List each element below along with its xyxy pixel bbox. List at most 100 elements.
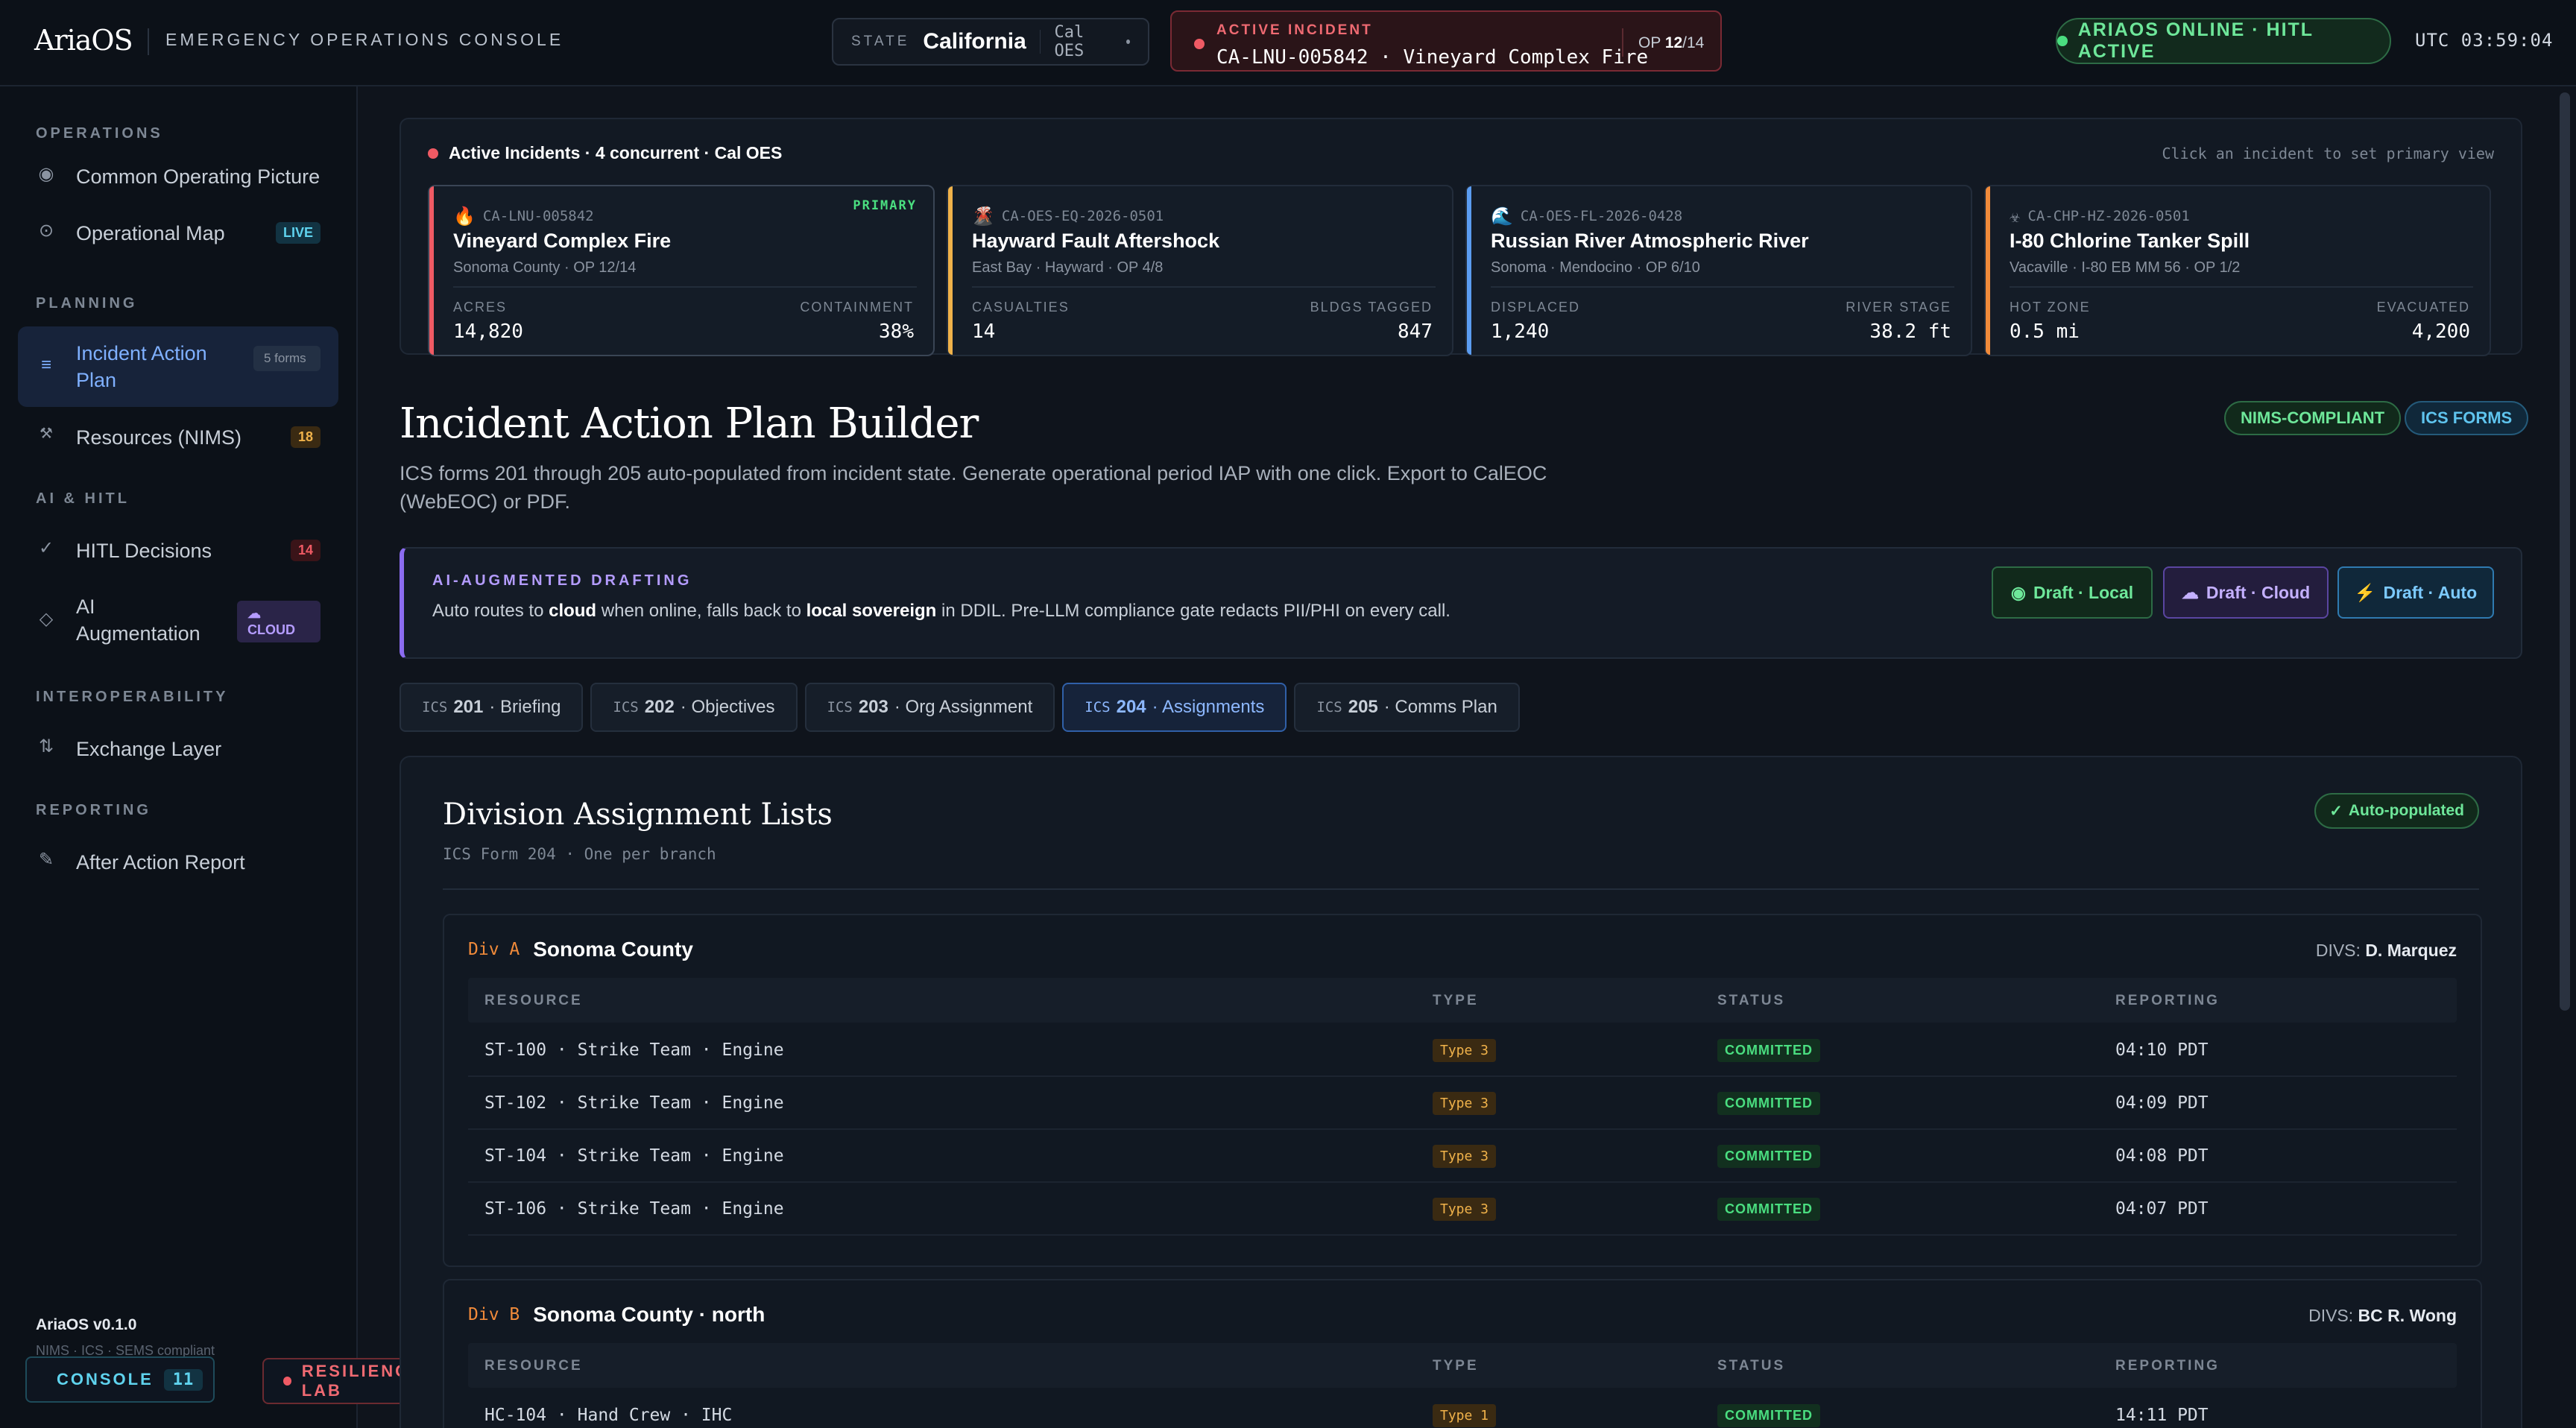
console-button[interactable]: CONSOLE 11 <box>25 1356 215 1403</box>
sidebar-item-label: HITL Decisions <box>76 540 212 562</box>
tab-ics-202[interactable]: ICS 202 · Objectives <box>590 683 798 732</box>
incident-id-text: CA-OES-EQ-2026-0501 <box>1001 208 1164 224</box>
incident-card[interactable]: 🌋 CA-OES-EQ-2026-0501 Hayward Fault Afters… <box>947 185 1453 356</box>
sidebar-item-ai-augmentation[interactable]: ◇ AI Augmentation ☁ CLOUD <box>18 586 338 654</box>
forms-count-badge: 5 forms <box>253 346 321 371</box>
console-subtitle: EMERGENCY OPERATIONS CONSOLE <box>165 30 564 49</box>
main-content: Active Incidents · 4 concurrent · Cal OE… <box>358 86 2576 1428</box>
active-incident-label: ACTIVE INCIDENT <box>1216 22 1373 38</box>
division-code: Div A <box>468 940 520 959</box>
state-selector[interactable]: STATE California Cal OES <box>832 18 1149 66</box>
section-planning: PLANNING <box>36 295 138 312</box>
resource-type-badge: Type 3 <box>1433 1198 1497 1221</box>
sidebar-item-label: After Action Report <box>76 851 245 873</box>
column-header[interactable]: REPORTING <box>2115 993 2220 1009</box>
sidebar-item-label: AI Augmentation <box>76 595 201 645</box>
table-row[interactable]: ST-104 · Strike Team · Engine Type 3 COMMI… <box>468 1130 2457 1183</box>
tab-ics-203[interactable]: ICS 203 · Org Assignment <box>804 683 1055 732</box>
scrollbar[interactable] <box>2560 92 2570 1011</box>
incident-name: Vineyard Complex Fire <box>453 230 672 252</box>
column-header[interactable]: STATUS <box>1717 993 1785 1009</box>
draft-cloud-label: Draft · Cloud <box>2206 582 2311 602</box>
table-row[interactable]: HC-104 · Hand Crew · IHC Type 1 COMMITTED 1… <box>468 1389 2457 1428</box>
tab-ics-201[interactable]: ICS 201 · Briefing <box>400 683 584 732</box>
section-operations: OPERATIONS <box>36 125 163 142</box>
table-row[interactable]: ST-100 · Strike Team · Engine Type 3 COMMI… <box>468 1024 2457 1077</box>
draft-auto-button[interactable]: ⚡ Draft · Auto <box>2337 566 2494 619</box>
tab-number: 203 <box>858 697 888 717</box>
reporting-time: 04:09 PDT <box>2115 1093 2209 1113</box>
system-status-text: ARIAOS ONLINE · HITL ACTIVE <box>2077 19 2314 62</box>
utc-clock: UTC 03:59:04 <box>2415 30 2554 51</box>
ai-drafting-text: Auto routes to cloud when online, falls … <box>432 601 1450 622</box>
status-dot-icon <box>2057 36 2068 46</box>
panel-title: Division Assignment Lists <box>443 797 833 832</box>
incident-color-bar <box>1986 186 1990 355</box>
list-icon: ≡ <box>40 355 51 375</box>
division-name: Sonoma County · north <box>533 1303 765 1326</box>
incident-card[interactable]: ☣ CA-CHP-HZ-2026-0501 I-80 Chlorine Tanker… <box>1984 185 2491 356</box>
incident-card[interactable]: 🔥 CA-LNU-005842 PRIMARY Vineyard Complex Fi… <box>428 185 935 356</box>
metric-value: 4,200 <box>2411 320 2470 343</box>
incident-location: East Bay · Hayward · OP 4/8 <box>972 259 1164 276</box>
dropdown-dot-icon <box>1126 40 1130 44</box>
sidebar-item-hitl[interactable]: ✓ HITL Decisions 14 <box>18 528 338 574</box>
metric-value: 14,820 <box>453 320 523 343</box>
draft-local-button[interactable]: ◉ Draft · Local <box>1992 566 2153 619</box>
column-header[interactable]: TYPE <box>1433 993 1479 1009</box>
incident-type-icon: 🌋 <box>972 206 994 227</box>
card-divider <box>972 286 1436 288</box>
tab-label: · Objectives <box>680 697 775 717</box>
division-name: Sonoma County <box>533 938 693 961</box>
table-row[interactable]: ST-106 · Strike Team · Engine Type 3 COMMI… <box>468 1183 2457 1236</box>
brand-logo[interactable]: AriaOS <box>34 24 133 57</box>
status-badge: COMMITTED <box>1717 1092 1820 1115</box>
sidebar-item-aar[interactable]: ✎ After Action Report <box>18 839 338 885</box>
sidebar-item-iap[interactable]: ≡ Incident Action Plan 5 forms <box>18 326 338 407</box>
division-card: Div A Sonoma County DIVS: D. Marquez RESOUR… <box>443 914 2482 1267</box>
incident-id: 🌊 CA-OES-FL-2026-0428 <box>1491 206 1682 227</box>
supervisor-name: D. Marquez <box>2365 941 2457 960</box>
incident-id-text: CA-OES-FL-2026-0428 <box>1520 208 1683 224</box>
sidebar-item-label: Operational Map <box>76 222 225 244</box>
supervisor-name: BC R. Wong <box>2358 1306 2457 1325</box>
incident-card[interactable]: 🌊 CA-OES-FL-2026-0428 Russian River Atmosp… <box>1465 185 1972 356</box>
tab-ics-205[interactable]: ICS 205 · Comms Plan <box>1294 683 1520 732</box>
ics-forms-tag: ICS FORMS <box>2405 401 2529 435</box>
tab-label: · Org Assignment <box>894 697 1033 717</box>
column-header[interactable]: REPORTING <box>2115 1358 2220 1374</box>
metric-label: CASUALTIES <box>972 300 1070 315</box>
auto-populated-badge: ✓ Auto-populated <box>2314 793 2479 829</box>
column-header[interactable]: STATUS <box>1717 1358 1785 1374</box>
resource-name: ST-102 · Strike Team · Engine <box>484 1093 784 1113</box>
tab-ics-204[interactable]: ICS 204 · Assignments <box>1062 683 1287 732</box>
op-label: OP <box>1638 34 1661 51</box>
metric-label: DISPLACED <box>1491 300 1581 315</box>
sidebar-item-label: Incident Action Plan <box>76 342 207 391</box>
sidebar-item-cop[interactable]: ◉ Common Operating Picture <box>18 154 338 200</box>
incident-color-bar <box>429 186 434 355</box>
draft-cloud-button[interactable]: ☁ Draft · Cloud <box>2163 566 2329 619</box>
column-header[interactable]: RESOURCE <box>484 993 583 1009</box>
incident-name: Hayward Fault Aftershock <box>972 230 1220 252</box>
cloud-mode-badge: ☁ CLOUD <box>237 601 321 642</box>
sidebar-item-resources[interactable]: ⚒ Resources (NIMS) 18 <box>18 414 338 461</box>
state-label: STATE <box>851 34 910 49</box>
tab-prefix: ICS <box>422 699 448 715</box>
column-header[interactable]: RESOURCE <box>484 1358 583 1374</box>
column-header[interactable]: TYPE <box>1433 1358 1479 1374</box>
division-supervisor: DIVS: D. Marquez <box>2316 941 2457 961</box>
incident-type-icon: 🌊 <box>1491 206 1513 227</box>
section-reporting: REPORTING <box>36 802 151 818</box>
tab-prefix: ICS <box>613 699 639 715</box>
tab-number: 204 <box>1116 697 1146 717</box>
system-status-badge: ARIAOS ONLINE · HITL ACTIVE <box>2056 18 2391 64</box>
sidebar-item-map[interactable]: ⊙ Operational Map LIVE <box>18 210 338 256</box>
table-header: RESOURCE TYPE STATUS REPORTING <box>468 978 2457 1023</box>
active-incident-indicator[interactable]: ACTIVE INCIDENT CA-LNU-005842 · Vineyard… <box>1170 10 1722 72</box>
incident-name: Russian River Atmospheric River <box>1491 230 1809 252</box>
panel-subtitle: ICS Form 204 · One per branch <box>443 845 716 863</box>
sidebar-item-exchange[interactable]: ⇅ Exchange Layer <box>18 726 338 772</box>
metric-label: CONTAINMENT <box>800 300 914 315</box>
table-row[interactable]: ST-102 · Strike Team · Engine Type 3 COMMI… <box>468 1077 2457 1130</box>
